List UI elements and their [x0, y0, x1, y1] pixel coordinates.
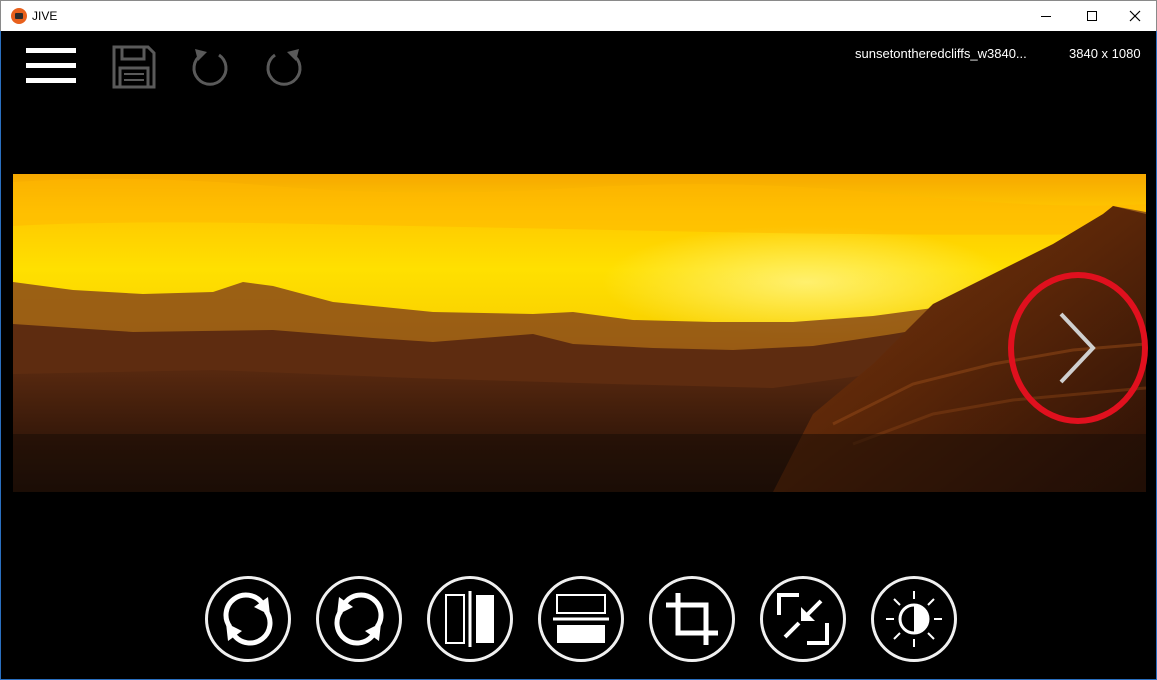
- maximize-button[interactable]: [1069, 1, 1115, 31]
- app-area: sunsetontheredcliffs_w3840... 3840 x 108…: [0, 31, 1157, 680]
- crop-button[interactable]: [649, 576, 735, 662]
- next-image-button[interactable]: [1046, 303, 1108, 393]
- minimize-button[interactable]: [1023, 1, 1069, 31]
- flip-horizontal-icon: [445, 591, 494, 647]
- sunset-landscape-image: [13, 174, 1146, 492]
- rotate-clockwise-icon: [223, 592, 273, 646]
- redo-icon: [266, 49, 302, 86]
- image-filename: sunsetontheredcliffs_w3840...: [855, 46, 1027, 61]
- redo-button[interactable]: [261, 44, 307, 90]
- flip-horizontal-button[interactable]: [427, 576, 513, 662]
- flip-vertical-button[interactable]: [538, 576, 624, 662]
- rotate-counterclockwise-icon: [334, 592, 384, 646]
- minimize-icon: [1041, 15, 1051, 17]
- window-title: JIVE: [32, 9, 58, 23]
- resize-icon: [777, 593, 829, 645]
- undo-icon: [192, 49, 228, 86]
- edit-toolbar: [205, 576, 957, 664]
- rotate-clockwise-button[interactable]: [205, 576, 291, 662]
- brightness-button[interactable]: [871, 576, 957, 662]
- close-button[interactable]: [1112, 1, 1157, 31]
- save-button[interactable]: [109, 43, 159, 91]
- maximize-icon: [1087, 11, 1097, 21]
- flip-vertical-icon: [553, 594, 609, 643]
- window-titlebar: JIVE: [0, 0, 1157, 31]
- hamburger-menu-icon: [26, 48, 76, 83]
- camera-app-icon: [11, 8, 27, 24]
- undo-button[interactable]: [187, 44, 233, 90]
- crop-icon: [666, 593, 718, 645]
- image-dimensions: 3840 x 1080: [1069, 46, 1141, 61]
- chevron-right-icon: [1059, 312, 1096, 384]
- close-icon: [1129, 10, 1141, 22]
- photo-canvas: [13, 174, 1146, 492]
- resize-button[interactable]: [760, 576, 846, 662]
- menu-button[interactable]: [23, 43, 79, 89]
- floppy-disk-icon: [112, 45, 156, 89]
- rotate-counterclockwise-button[interactable]: [316, 576, 402, 662]
- brightness-icon: [886, 591, 942, 647]
